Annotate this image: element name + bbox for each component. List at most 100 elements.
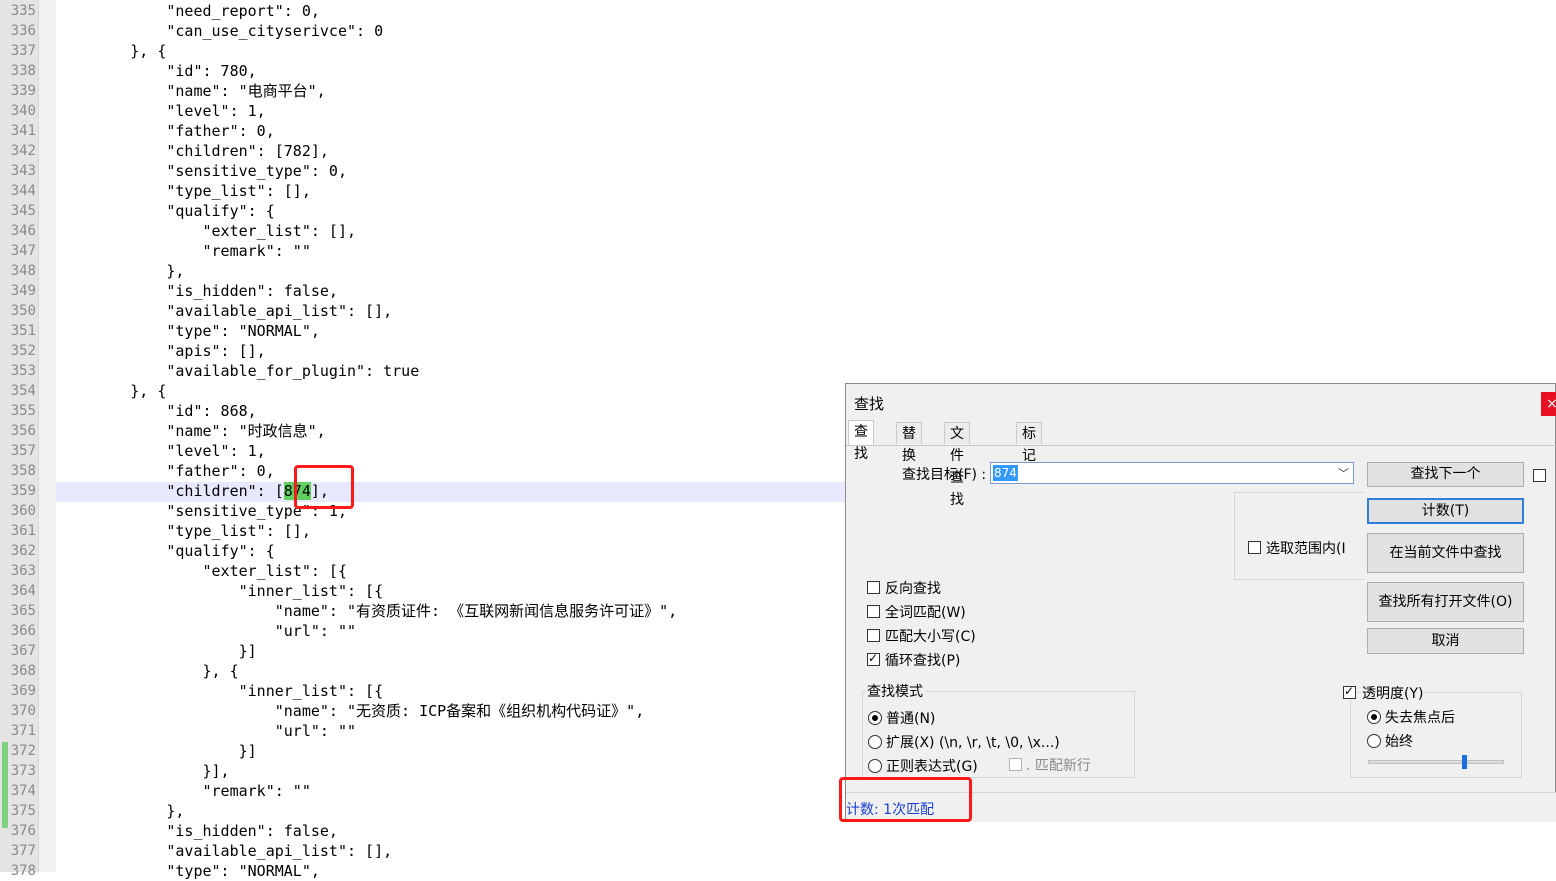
code-line: 342 "children": [782], <box>0 141 860 161</box>
code-text: "level": 1, <box>58 442 266 460</box>
match-case-checkbox[interactable] <box>867 629 880 642</box>
find-next-button[interactable]: 查找下一个 <box>1367 462 1524 487</box>
code-line: 361 "type_list": [], <box>0 521 860 541</box>
line-number: 361 <box>10 523 36 539</box>
in-selection-checkbox[interactable] <box>1248 541 1261 554</box>
code-text: "name": "有资质证件: 《互联网新闻信息服务许可证》", <box>58 602 678 620</box>
code-text: "available_api_list": [], <box>58 842 393 860</box>
code-text: "remark": "" <box>58 242 311 260</box>
line-number: 347 <box>10 243 36 259</box>
tab-replace[interactable]: 替换 <box>896 422 922 464</box>
tab-find-in-files[interactable]: 文件查找 <box>944 422 970 508</box>
line-number: 343 <box>10 163 36 179</box>
code-line: 353 "available_for_plugin": true <box>0 361 860 381</box>
line-number: 371 <box>10 723 36 739</box>
code-text: "need_report": 0, <box>58 2 320 20</box>
find-in-current-file-button[interactable]: 在当前文件中查找 <box>1367 533 1524 573</box>
code-text: }, { <box>58 42 167 60</box>
code-line: 366 "url": "" <box>0 621 860 641</box>
code-text: "is_hidden": false, <box>58 282 338 300</box>
transparency-slider[interactable] <box>1368 760 1504 764</box>
code-line: 344 "type_list": [], <box>0 181 860 201</box>
code-line: 357 "level": 1, <box>0 441 860 461</box>
on-lose-focus-radio[interactable] <box>1367 710 1381 724</box>
count-button[interactable]: 计数(T) <box>1367 498 1524 524</box>
whole-word-label: 全词匹配(W) <box>885 605 966 621</box>
code-text: "type": "NORMAL", <box>58 862 320 880</box>
line-number: 342 <box>10 143 36 159</box>
whole-word-checkbox[interactable] <box>867 605 880 618</box>
chevron-down-icon[interactable]: ﹀ <box>1338 465 1349 481</box>
code-text-before-match: "children": [ <box>58 482 284 500</box>
line-number: 350 <box>10 303 36 319</box>
code-text: "inner_list": [{ <box>58 582 384 600</box>
code-text: "url": "" <box>58 622 357 640</box>
line-number: 351 <box>10 323 36 339</box>
close-icon[interactable]: × <box>1541 392 1556 416</box>
wrap-around-checkbox[interactable] <box>867 651 880 666</box>
reverse-search-checkbox[interactable] <box>867 581 880 594</box>
tab-divider <box>846 445 1556 446</box>
code-line: 365 "name": "有资质证件: 《互联网新闻信息服务许可证》", <box>0 601 860 621</box>
line-number: 345 <box>10 203 36 219</box>
code-text: "type_list": [], <box>58 182 311 200</box>
code-text: "inner_list": [{ <box>58 682 384 700</box>
code-line: 358 "father": 0, <box>0 461 860 481</box>
line-number: 367 <box>10 643 36 659</box>
mode-extended-label: 扩展(X) (\n, \r, \t, \0, \x...) <box>886 735 1060 751</box>
code-line: 340 "level": 1, <box>0 101 860 121</box>
code-text: "children": [874], <box>58 481 329 501</box>
line-number: 353 <box>10 363 36 379</box>
code-text: "father": 0, <box>58 462 275 480</box>
line-number: 355 <box>10 403 36 419</box>
line-number: 352 <box>10 343 36 359</box>
code-line: 346 "exter_list": [], <box>0 221 860 241</box>
code-line: 339 "name": "电商平台", <box>0 81 860 101</box>
code-line: 374 "remark": "" <box>0 781 860 801</box>
code-line: 377 "available_api_list": [], <box>0 841 860 861</box>
code-line: 373 }], <box>0 761 860 781</box>
mode-extended-radio[interactable] <box>868 735 882 749</box>
code-line: 372 }] <box>0 741 860 761</box>
dot-matches-newline-checkbox[interactable] <box>1009 758 1022 771</box>
code-line: 360 "sensitive_type": 1, <box>0 501 860 521</box>
line-number: 348 <box>10 263 36 279</box>
line-number: 377 <box>10 843 36 859</box>
code-line: 355 "id": 868, <box>0 401 860 421</box>
code-text: "id": 868, <box>58 402 257 420</box>
find-target-input[interactable]: 874 ﹀ <box>990 462 1354 484</box>
code-line: 338 "id": 780, <box>0 61 860 81</box>
tab-find[interactable]: 查找 <box>848 420 874 462</box>
extra-checkbox[interactable] <box>1533 469 1546 482</box>
code-line: 362 "qualify": { <box>0 541 860 561</box>
line-number: 360 <box>10 503 36 519</box>
annotation-box-status <box>839 777 972 822</box>
on-lose-focus-label: 失去焦点后 <box>1385 710 1455 726</box>
line-number: 375 <box>10 803 36 819</box>
mode-normal-radio[interactable] <box>868 711 882 725</box>
tab-mark[interactable]: 标记 <box>1016 422 1042 464</box>
line-number: 370 <box>10 703 36 719</box>
line-number: 366 <box>10 623 36 639</box>
code-line: 343 "sensitive_type": 0, <box>0 161 860 181</box>
find-all-open-files-button[interactable]: 查找所有打开文件(O) <box>1367 582 1524 622</box>
always-radio[interactable] <box>1367 734 1381 748</box>
code-text: }, { <box>58 382 167 400</box>
code-line: 349 "is_hidden": false, <box>0 281 860 301</box>
code-line: 363 "exter_list": [{ <box>0 561 860 581</box>
code-text: "type": "NORMAL", <box>58 322 320 340</box>
line-number: 372 <box>10 743 36 759</box>
line-number: 344 <box>10 183 36 199</box>
line-number: 337 <box>10 43 36 59</box>
transparency-slider-thumb[interactable] <box>1462 755 1467 769</box>
code-text: "children": [782], <box>58 142 329 160</box>
line-number: 340 <box>10 103 36 119</box>
code-text: "name": "电商平台", <box>58 82 326 100</box>
code-line: 368 }, { <box>0 661 860 681</box>
mode-regex-label: 正则表达式(G) <box>886 759 978 775</box>
mode-normal-label: 普通(N) <box>886 711 936 727</box>
transparency-checkbox[interactable] <box>1343 684 1356 699</box>
code-text: }] <box>58 642 257 660</box>
mode-regex-radio[interactable] <box>868 759 882 773</box>
cancel-button[interactable]: 取消 <box>1367 628 1524 654</box>
